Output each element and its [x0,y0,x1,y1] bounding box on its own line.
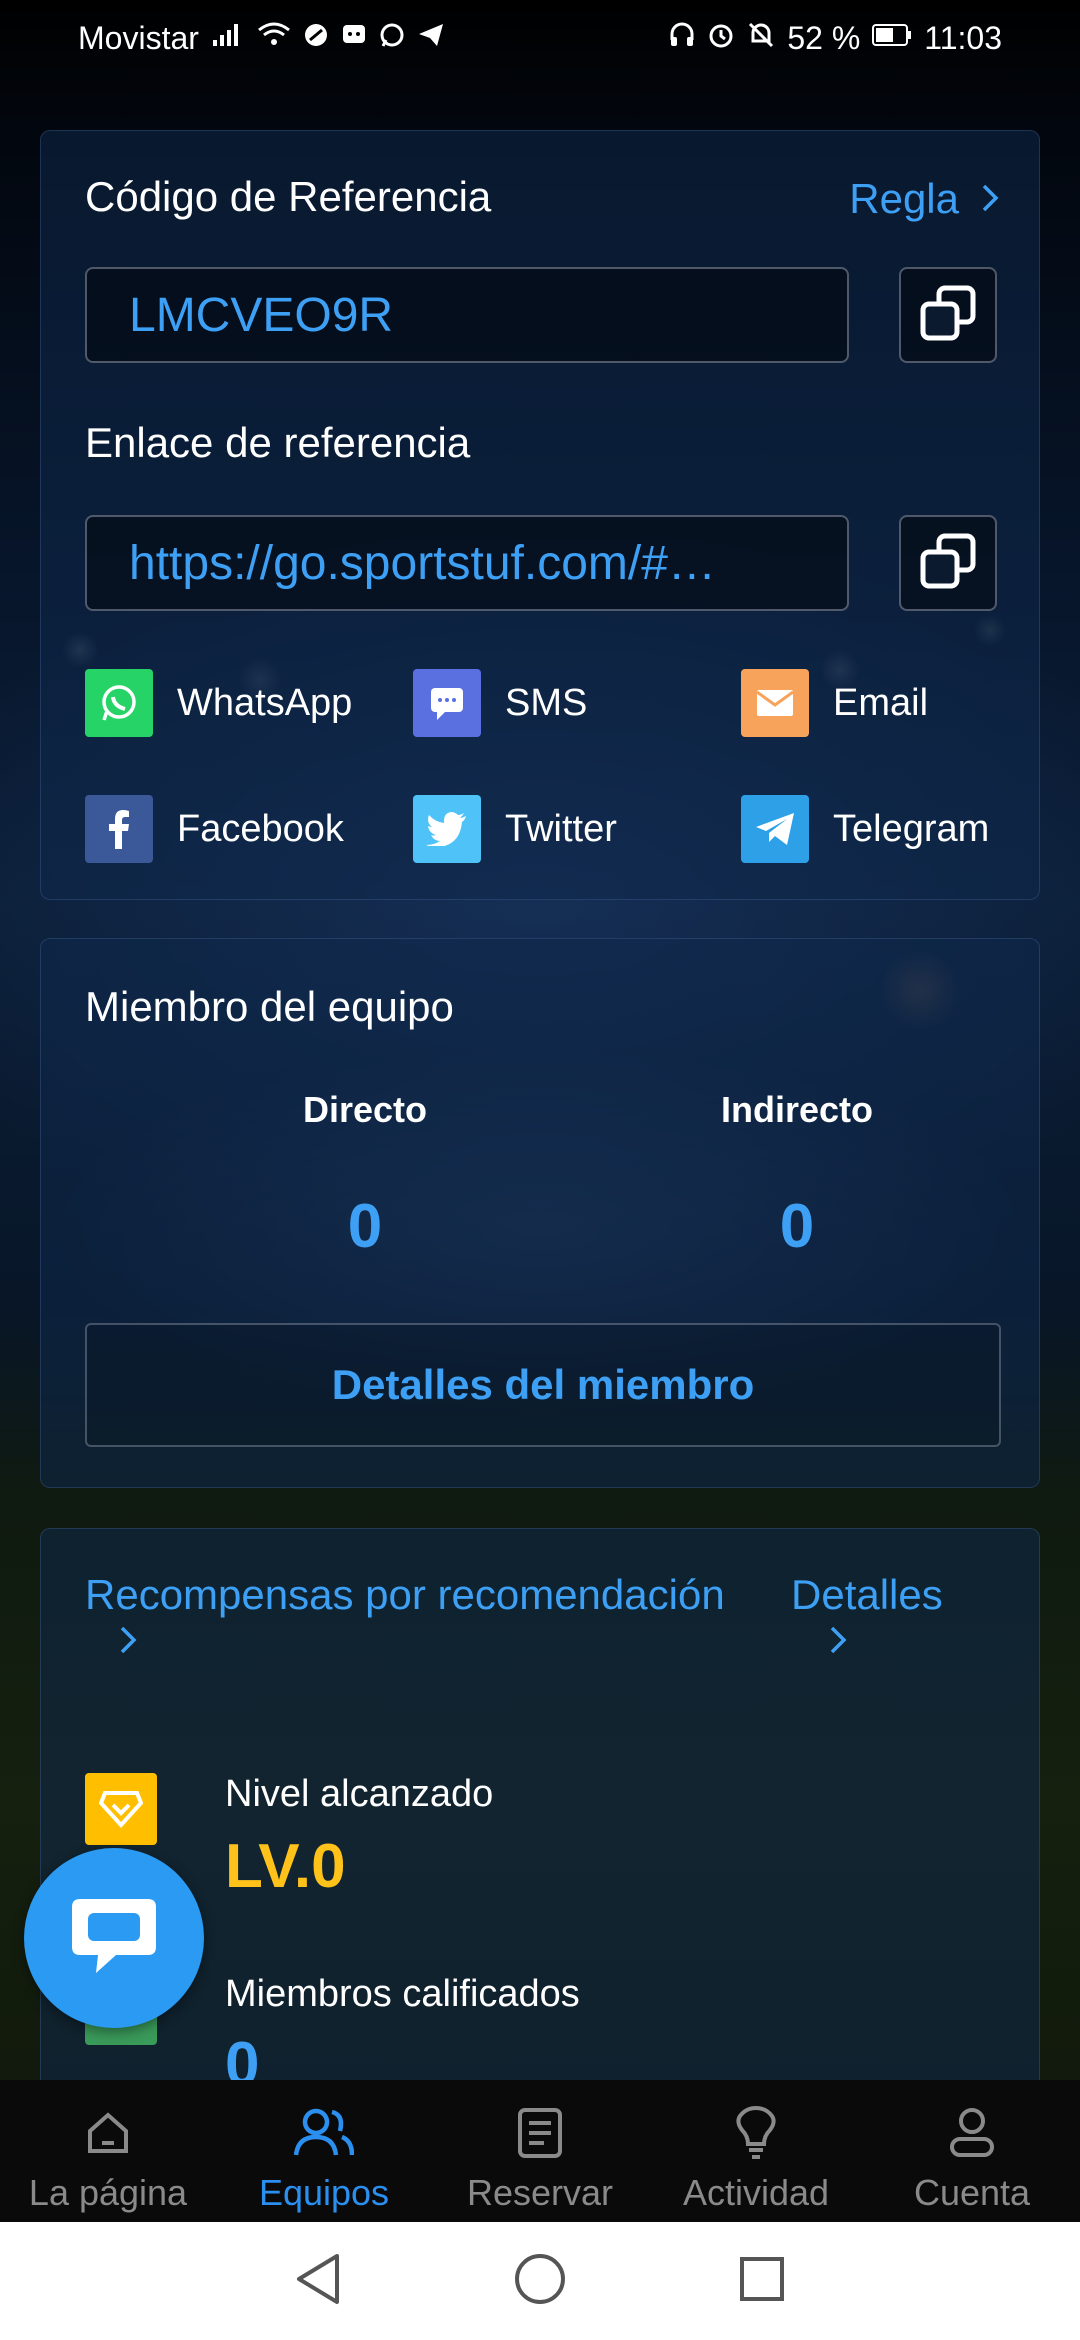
system-nav-bar [0,2222,1080,2340]
level-value: LV.0 [225,1832,346,1901]
referral-code-value: LMCVEO9R [129,288,394,342]
rewards-title[interactable]: Recompensas por recomendación [85,1571,725,1619]
status-bar: Movistar 52 % 11:03 [0,0,1080,76]
tab-teams[interactable]: Equipos [216,2080,432,2222]
direct-value: 0 [347,1192,383,1261]
twitter-icon [413,795,481,863]
bottom-tab-bar: La página Equipos Reservar Actividad Cue… [0,2080,1080,2222]
tab-label: Equipos [258,2172,390,2213]
referral-code-field[interactable]: LMCVEO9R [85,267,849,363]
home-icon [84,2102,132,2164]
mute-bell-icon [747,21,775,56]
facebook-icon [85,795,153,863]
rewards-details-link[interactable]: Detalles [791,1571,943,1619]
tab-label: Cuenta [913,2172,1031,2213]
referral-code-title: Código de Referencia [85,173,492,220]
share-label: Twitter [505,807,617,850]
share-label: Telegram [833,807,990,850]
share-sms[interactable]: SMS [413,669,587,737]
share-facebook[interactable]: Facebook [85,795,344,863]
app-notification-icon [303,22,329,55]
direct-label: Directo [302,1089,428,1130]
sms-icon [413,669,481,737]
battery-percent: 52 % [787,19,861,56]
copy-link-button[interactable] [899,515,997,611]
indirect-label: Indirecto [720,1089,873,1130]
chat-notification-icon [341,22,367,55]
rule-label: Regla [849,175,959,222]
share-whatsapp[interactable]: WhatsApp [85,669,352,737]
team-icon [294,2102,354,2164]
direct-stat: Directo 0 [215,1089,515,1262]
alarm-icon [707,21,735,56]
telegram-notification-icon [417,22,445,55]
share-label: Email [833,681,929,724]
copy-code-button[interactable] [899,267,997,363]
document-icon [516,2102,564,2164]
share-label: SMS [505,681,588,724]
share-telegram[interactable]: Telegram [741,795,989,863]
chat-bubble-icon [66,1891,162,1986]
recents-square-icon[interactable] [737,2254,787,2309]
home-circle-icon[interactable] [513,2252,567,2311]
chevron-right-icon[interactable] [119,1625,137,1660]
signal-icon [211,22,245,55]
battery-icon [872,22,912,54]
back-icon[interactable] [293,2252,343,2311]
user-icon [948,2102,996,2164]
referral-link-value: https://go.sportstuf.com/#… [129,536,716,590]
tab-home[interactable]: La página [0,2080,216,2222]
share-twitter[interactable]: Twitter [413,795,617,863]
tab-label: La página [28,2172,188,2213]
level-label: Nivel alcanzado [225,1773,494,1815]
team-card: Miembro del equipo Directo 0 Indirecto 0… [40,938,1040,1488]
rule-link[interactable]: Regla [849,175,999,223]
chat-support-button[interactable] [24,1848,204,2028]
telegram-icon [741,795,809,863]
tab-reserve[interactable]: Reservar [432,2080,648,2222]
qualified-members-label: Miembros calificados [225,1973,580,2015]
member-details-button[interactable]: Detalles del miembro [85,1323,1001,1447]
level-diamond-icon [85,1773,157,1845]
copy-icon [919,532,977,595]
chevron-right-icon [981,175,999,223]
copy-icon [919,284,977,347]
indirect-value: 0 [779,1192,815,1261]
email-icon [741,669,809,737]
referral-link-field[interactable]: https://go.sportstuf.com/#… [85,515,849,611]
rewards-card: Recompensas por recomendación Detalles N… [40,1528,1040,2099]
carrier-label: Movistar [78,19,199,56]
referral-link-label: Enlace de referencia [85,419,471,466]
tab-account[interactable]: Cuenta [864,2080,1080,2222]
whatsapp-notification-icon [379,22,405,55]
tab-activity[interactable]: Actividad [648,2080,864,2222]
bulb-icon [734,2102,778,2164]
indirect-stat: Indirecto 0 [647,1089,947,1262]
wifi-icon [257,21,291,56]
tab-label: Actividad [682,2172,830,2213]
clock: 11:03 [924,19,1002,56]
team-title: Miembro del equipo [85,983,454,1030]
chevron-right-icon[interactable] [829,1625,847,1660]
tab-label: Reservar [466,2172,614,2213]
share-label: WhatsApp [177,681,353,724]
share-email[interactable]: Email [741,669,928,737]
headphones-icon [669,22,695,55]
share-label: Facebook [177,807,344,850]
whatsapp-icon [85,669,153,737]
referral-card: Código de Referencia Regla LMCVEO9R Enla… [40,130,1040,900]
